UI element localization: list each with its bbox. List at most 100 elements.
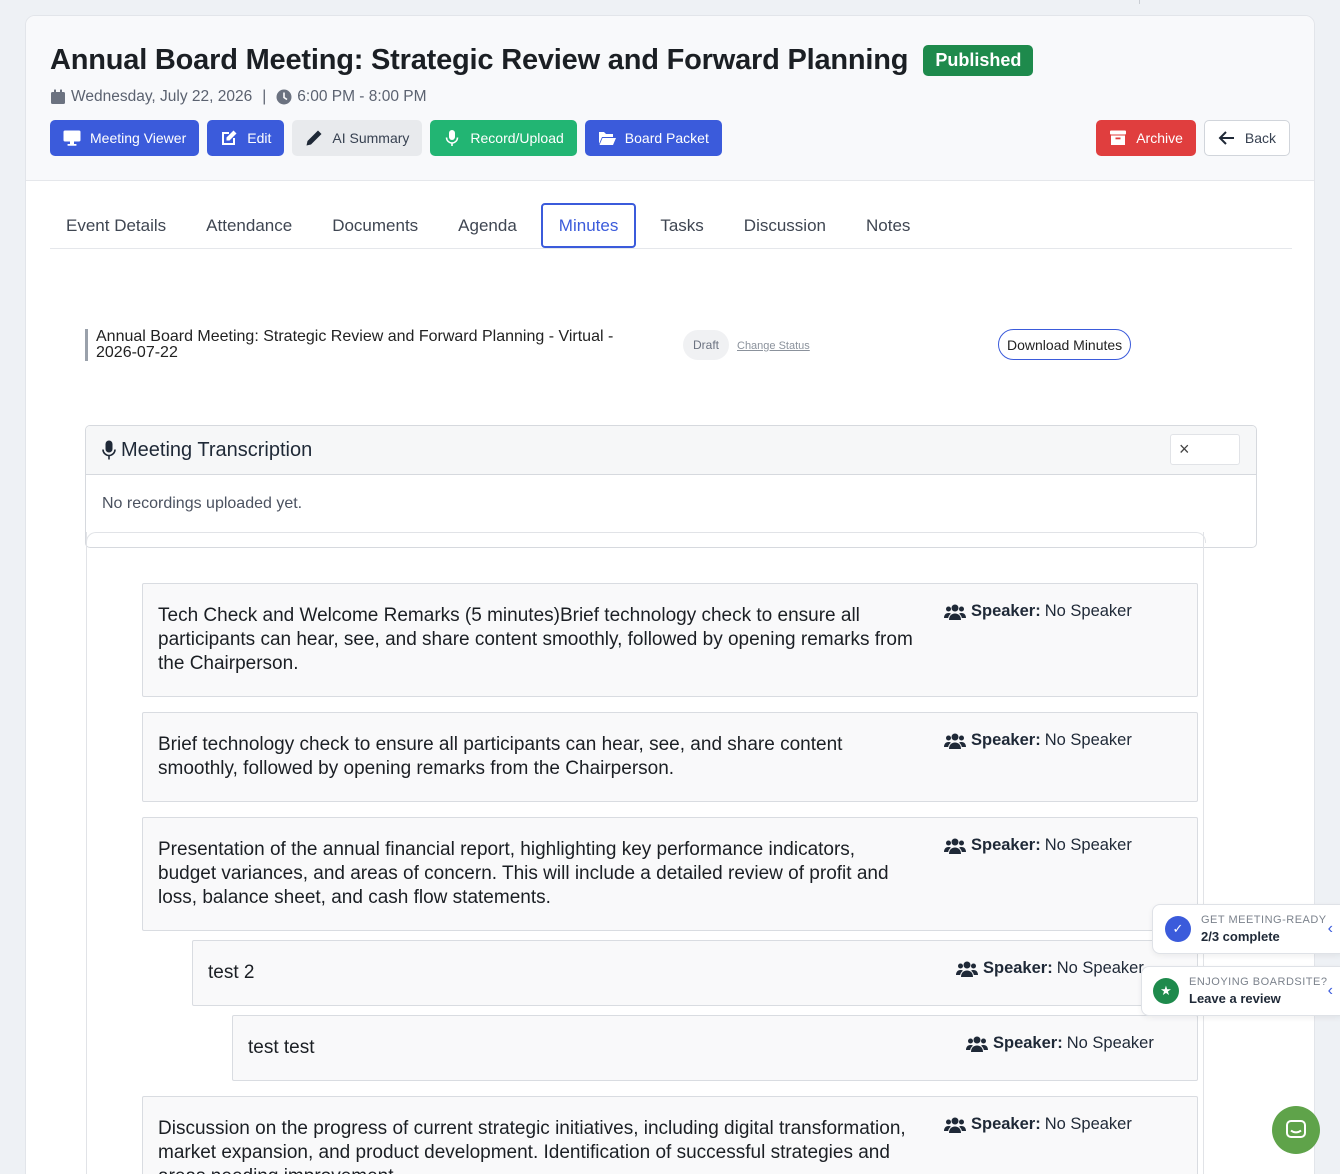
- archive-button[interactable]: Archive: [1096, 120, 1196, 156]
- speaker-name: No Speaker: [1044, 602, 1132, 620]
- ai-summary-button[interactable]: AI Summary: [292, 120, 423, 156]
- meeting-ready-label: GET MEETING-READY: [1201, 914, 1327, 926]
- folder-open-icon: [598, 132, 616, 145]
- status-badge: Published: [923, 45, 1034, 76]
- tab-minutes[interactable]: Minutes: [540, 203, 637, 248]
- edit-button[interactable]: Edit: [207, 120, 285, 156]
- meta-separator: |: [262, 88, 267, 105]
- close-icon[interactable]: ×: [1170, 434, 1240, 465]
- users-icon: [944, 733, 966, 749]
- action-toolbar: Meeting Viewer Edit AI Summary Record/Up…: [50, 120, 722, 156]
- tab-agenda[interactable]: Agenda: [442, 203, 533, 248]
- tab-documents[interactable]: Documents: [316, 203, 434, 248]
- record-upload-button[interactable]: Record/Upload: [430, 120, 577, 156]
- chat-launcher-button[interactable]: [1272, 1106, 1320, 1154]
- review-text: ENJOYING BOARDSITE? Leave a review: [1189, 976, 1327, 1006]
- minutes-item-text: Tech Check and Welcome Remarks (5 minute…: [158, 605, 913, 674]
- users-icon: [956, 961, 978, 977]
- meeting-ready-widget[interactable]: ✓ GET MEETING-READY 2/3 complete ‹: [1152, 904, 1340, 954]
- secondary-toolbar: Archive Back: [1096, 120, 1290, 156]
- speaker-label: Speaker:: [971, 731, 1041, 749]
- minutes-subitem[interactable]: test 2 Speaker: No Speaker: [192, 940, 1198, 1006]
- minutes-item-text: Brief technology check to ensure all par…: [158, 734, 843, 779]
- speaker-info: Speaker: No Speaker: [944, 731, 1132, 750]
- speaker-label: Speaker:: [993, 1034, 1063, 1052]
- board-packet-label: Board Packet: [624, 130, 709, 146]
- minutes-item-text: test 2: [208, 962, 255, 983]
- review-label: ENJOYING BOARDSITE?: [1189, 976, 1328, 988]
- speaker-info: Speaker: No Speaker: [956, 959, 1144, 978]
- minutes-title: Annual Board Meeting: Strategic Review a…: [85, 329, 645, 361]
- scroll-indicator: [1139, 0, 1140, 4]
- minutes-item[interactable]: Presentation of the annual financial rep…: [142, 817, 1198, 931]
- archive-label: Archive: [1136, 130, 1183, 146]
- minutes-item[interactable]: Tech Check and Welcome Remarks (5 minute…: [142, 583, 1198, 697]
- speaker-label: Speaker:: [971, 602, 1041, 620]
- meeting-ready-progress: 2/3 complete: [1201, 929, 1280, 944]
- transcription-title: Meeting Transcription: [121, 438, 313, 461]
- minutes-item-text: Discussion on the progress of current st…: [158, 1118, 906, 1174]
- tab-attendance[interactable]: Attendance: [190, 203, 308, 248]
- speaker-label: Speaker:: [971, 1115, 1041, 1133]
- tab-bar: Event Details Attendance Documents Agend…: [50, 203, 1292, 249]
- chevron-left-icon[interactable]: ‹: [1328, 982, 1333, 1000]
- change-status-link[interactable]: Change Status: [737, 340, 810, 352]
- meeting-ready-text: GET MEETING-READY 2/3 complete: [1201, 914, 1327, 944]
- page-title: Annual Board Meeting: Strategic Review a…: [50, 44, 909, 76]
- meeting-date: Wednesday, July 22, 2026: [71, 88, 253, 105]
- speaker-name: No Speaker: [1056, 959, 1144, 977]
- check-icon: ✓: [1165, 916, 1191, 942]
- speaker-info: Speaker: No Speaker: [966, 1034, 1154, 1053]
- speaker-info: Speaker: No Speaker: [944, 836, 1132, 855]
- record-upload-label: Record/Upload: [470, 130, 564, 146]
- speaker-label: Speaker:: [971, 836, 1041, 854]
- speaker-info: Speaker: No Speaker: [944, 1115, 1132, 1134]
- speaker-info: Speaker: No Speaker: [944, 602, 1132, 621]
- users-icon: [944, 604, 966, 620]
- microphone-icon: [446, 130, 459, 146]
- meeting-viewer-label: Meeting Viewer: [90, 130, 187, 146]
- users-icon: [944, 1117, 966, 1133]
- monitor-icon: [63, 130, 81, 146]
- tab-tasks[interactable]: Tasks: [644, 203, 719, 248]
- minutes-status-badge: Draft: [683, 330, 730, 360]
- speaker-name: No Speaker: [1044, 836, 1132, 854]
- calendar-icon: [51, 89, 65, 104]
- edit-icon: [222, 130, 237, 145]
- meeting-meta: Wednesday, July 22, 2026 | 6:00 PM - 8:0…: [50, 88, 427, 106]
- users-icon: [944, 838, 966, 854]
- minutes-item[interactable]: Discussion on the progress of current st…: [142, 1096, 1198, 1174]
- download-minutes-button[interactable]: Download Minutes: [998, 329, 1132, 360]
- clock-icon: [276, 89, 292, 105]
- microphone-icon: [102, 440, 116, 460]
- star-icon: ★: [1153, 978, 1179, 1004]
- back-label: Back: [1244, 130, 1276, 146]
- minutes-subitem[interactable]: test test Speaker: No Speaker: [232, 1015, 1198, 1081]
- minutes-item-text: Presentation of the annual financial rep…: [158, 839, 889, 908]
- users-icon: [966, 1036, 988, 1052]
- meeting-time: 6:00 PM - 8:00 PM: [297, 88, 427, 105]
- tab-discussion[interactable]: Discussion: [728, 203, 842, 248]
- chat-icon: [1286, 1120, 1306, 1138]
- tab-notes[interactable]: Notes: [850, 203, 926, 248]
- meeting-viewer-button[interactable]: Meeting Viewer: [50, 120, 200, 156]
- title-row: Annual Board Meeting: Strategic Review a…: [50, 44, 1034, 77]
- minutes-item-text: test test: [248, 1037, 315, 1058]
- review-widget[interactable]: ★ ENJOYING BOARDSITE? Leave a review ‹: [1141, 966, 1340, 1016]
- speaker-name: No Speaker: [1044, 731, 1132, 749]
- chevron-left-icon[interactable]: ‹: [1328, 920, 1333, 938]
- back-button[interactable]: Back: [1203, 120, 1290, 156]
- edit-label: Edit: [247, 130, 272, 146]
- speaker-name: No Speaker: [1066, 1034, 1154, 1052]
- ai-summary-label: AI Summary: [332, 130, 410, 146]
- tab-event-details[interactable]: Event Details: [50, 203, 182, 248]
- speaker-label: Speaker:: [983, 959, 1053, 977]
- arrow-left-icon: [1218, 131, 1234, 145]
- board-packet-button[interactable]: Board Packet: [584, 120, 722, 156]
- minutes-item[interactable]: Brief technology check to ensure all par…: [142, 712, 1198, 802]
- meeting-header: Annual Board Meeting: Strategic Review a…: [26, 16, 1314, 181]
- archive-icon: [1110, 130, 1127, 145]
- minutes-header: Annual Board Meeting: Strategic Review a…: [85, 329, 1135, 361]
- speaker-name: No Speaker: [1044, 1115, 1132, 1133]
- transcription-empty-text: No recordings uploaded yet.: [102, 495, 303, 512]
